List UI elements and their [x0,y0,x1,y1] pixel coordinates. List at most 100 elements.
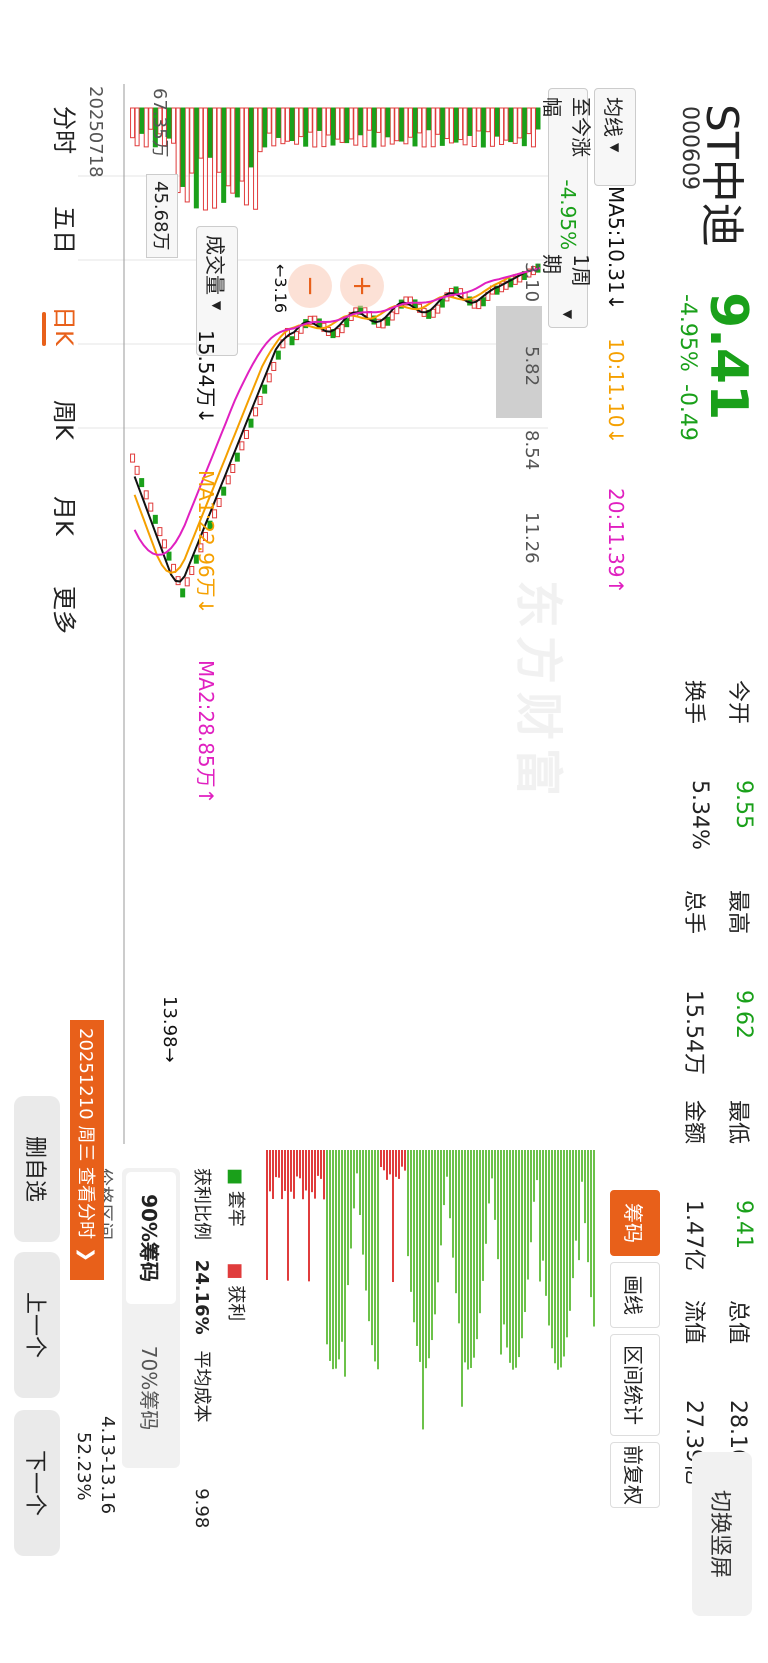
landscape-stage: ST中迪 000609 9.41 -4.95% -0.49 今开 9.55 换手 5.… [0,0,768,1663]
view-intraday-link[interactable]: 20251210 周三 查看分时 ❯ [70,1020,104,1280]
chip-bar [308,1150,310,1282]
quote-label-2: 换手 [681,680,706,725]
chip-bar [338,1150,340,1360]
chip-legend: ■ 套牢 ■ 获利 [225,1168,246,1322]
y-tick-3: 5.82 [521,346,542,387]
volume-bar [471,107,477,147]
volume-bar [239,107,245,182]
chip-bar [422,1150,424,1430]
bottom-tab-3[interactable]: 周K [49,400,84,440]
previous-button[interactable]: 上一个 [14,1252,60,1398]
profit-ratio-row: 获利比例 24.16% 平均成本 9.98 [190,1168,216,1528]
volume-bar [230,107,236,194]
candle [152,514,158,524]
chip-bar [482,1150,484,1281]
chip-bar [548,1150,550,1326]
chip-bar [503,1150,505,1325]
candle [430,308,436,318]
chip-tab-3[interactable]: 前复权 [610,1442,660,1508]
volume-bar [371,107,377,148]
chip-bar [269,1150,271,1192]
volume-bar [426,107,432,131]
tab-70-chip[interactable]: 70%筹码 [126,1322,176,1454]
volume-bar [139,107,145,134]
tab-90-chip[interactable]: 90%筹码 [126,1172,176,1304]
switch-portrait-button[interactable]: 切换竖屏 [692,1452,752,1616]
chevron-down-icon: ▼ [608,143,622,153]
volume-ma1: MA1:22.96万↓ [194,470,218,615]
zoom-in-button[interactable]: + [340,264,384,308]
chip-bar [506,1150,508,1348]
volume-bar [248,107,254,168]
since-value: -4.95% [556,179,580,251]
vol-tick-2: 45.68万 [146,174,178,258]
volume-bar [389,107,395,145]
chip-bar [590,1150,592,1298]
chip-tab-2[interactable]: 区间统计 [610,1334,660,1436]
volume-bar [184,107,190,203]
chip-bar [536,1150,538,1181]
chevron-right-icon: ❯ [76,1247,98,1263]
chip-bar [557,1150,559,1370]
volume-bar [385,107,391,138]
chip-bar [287,1150,289,1281]
chip-bar [392,1150,394,1283]
volume-bar [467,107,473,136]
volume-bar [530,107,536,148]
chip-bar [347,1150,349,1286]
y-tick-1: 11.26 [521,512,542,564]
quote-value-4: 15.54万 [681,990,706,1075]
volume-bar [512,107,518,144]
volume-bar [198,107,204,159]
quote-label-1: 今开 [725,680,750,725]
volume-bar [339,107,345,143]
chevron-down-icon: ▼ [561,309,575,319]
chip-bar [518,1150,520,1358]
chip-bar [587,1150,589,1263]
volume-bar [266,107,272,134]
chip-tab-1[interactable]: 画线 [610,1262,660,1328]
volume-bar [421,107,427,148]
next-button[interactable]: 下一个 [14,1410,60,1556]
quote-label-7: 总值 [725,1300,750,1345]
candle [389,311,395,321]
candle [257,395,263,405]
chip-bar [296,1150,298,1177]
candle [266,373,272,383]
bottom-tab-2[interactable]: 日K [49,306,84,346]
chip-bar [452,1150,454,1258]
volume-bar [517,107,523,139]
volume-bar [499,107,505,145]
candle [335,328,341,338]
chip-tab-0[interactable]: 筹码 [610,1190,660,1256]
volume-bar [280,107,286,145]
chip-bar [476,1150,478,1340]
ma20-legend: 20:11.39↑ [604,488,628,595]
candle [253,407,259,417]
chip-bar [344,1150,346,1377]
candle [166,551,172,561]
chip-bar [593,1150,595,1327]
chip-bar [437,1150,439,1283]
chip-bar [272,1150,274,1199]
volume-bar [521,107,527,147]
since-change-pill[interactable]: 至今涨幅 -4.95% 1周期 ▼ [540,88,593,328]
quote-label-5: 最低 [725,1100,750,1145]
chip-bar [275,1150,277,1178]
chip-bar [575,1150,577,1241]
remove-watchlist-button[interactable]: 删自选 [14,1096,60,1242]
chip-bar [515,1150,517,1368]
volume-bar [480,107,486,148]
bottom-tab-0[interactable]: 分时 [49,106,84,154]
bottom-tab-1[interactable]: 五日 [49,206,84,254]
bottom-tab-5[interactable]: 更多 [49,586,84,634]
chip-bar [290,1150,292,1192]
candle [435,304,441,314]
bottom-tab-4[interactable]: 月K [49,496,84,536]
chip-bar [467,1150,469,1370]
ma-select[interactable]: 均线 ▼ [594,88,636,186]
candle [271,361,277,371]
volume-bar [316,107,322,131]
volume-bar [243,107,249,206]
chip-bar [284,1150,286,1191]
